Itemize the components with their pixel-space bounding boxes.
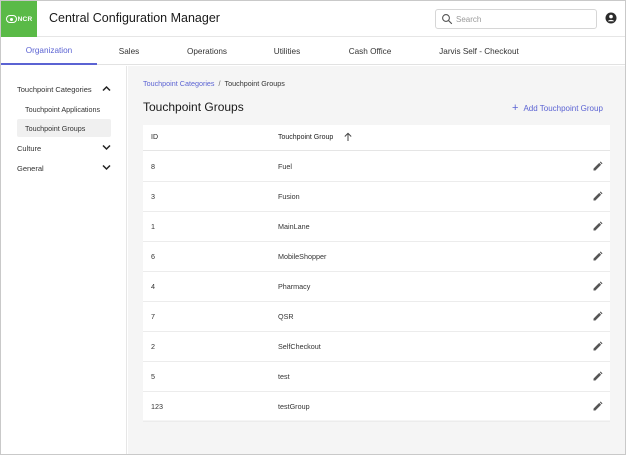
table-row[interactable]: 123 testGroup	[143, 392, 610, 422]
pencil-icon[interactable]	[592, 401, 603, 412]
tab-jarvis-self-checkout[interactable]: Jarvis Self - Checkout	[431, 37, 527, 65]
sidebar-item-touchpoint-groups[interactable]: Touchpoint Groups	[17, 119, 111, 137]
table-row[interactable]: 3 Fusion	[143, 182, 610, 212]
tab-utilities[interactable]: Utilities	[263, 37, 311, 65]
arrow-up-icon[interactable]	[343, 132, 353, 142]
search-box[interactable]	[435, 9, 597, 29]
breadcrumb-link-touchpoint-categories[interactable]: Touchpoint Categories	[143, 79, 215, 88]
chevron-up-icon	[102, 85, 111, 92]
cell-touchpoint-group: MainLane	[278, 222, 310, 231]
cell-id: 1	[151, 222, 155, 231]
breadcrumb: Touchpoint Categories / Touchpoint Groups	[143, 79, 285, 88]
search-icon	[442, 14, 453, 25]
app-window: NCR Central Configuration Manager Organi…	[0, 0, 626, 455]
cell-touchpoint-group: QSR	[278, 312, 294, 321]
cell-id: 8	[151, 162, 155, 171]
search-input[interactable]	[456, 12, 592, 26]
sidebar-group-label: General	[17, 163, 44, 173]
chevron-down-icon	[102, 164, 111, 171]
breadcrumb-separator: /	[218, 79, 221, 88]
cell-id: 4	[151, 282, 155, 291]
cell-touchpoint-group: testGroup	[278, 402, 310, 411]
tab-organization[interactable]: Organization	[1, 37, 97, 65]
pencil-icon[interactable]	[592, 251, 603, 262]
sidebar-group-general[interactable]: General	[17, 159, 113, 177]
ncr-logo-text: NCR	[17, 15, 33, 23]
cell-touchpoint-group: Fusion	[278, 192, 300, 201]
table-row[interactable]: 7 QSR	[143, 302, 610, 332]
chevron-down-icon	[102, 144, 111, 151]
cell-touchpoint-group: Fuel	[278, 162, 292, 171]
sidebar-item-touchpoint-applications[interactable]: Touchpoint Applications	[17, 100, 111, 118]
tab-sales[interactable]: Sales	[105, 37, 153, 65]
ncr-logo[interactable]: NCR	[1, 1, 37, 37]
app-title: Central Configuration Manager	[49, 11, 220, 25]
tab-operations[interactable]: Operations	[179, 37, 235, 65]
table-row[interactable]: 2 SelfCheckout	[143, 332, 610, 362]
column-header-touchpoint-group[interactable]: Touchpoint Group	[278, 134, 333, 141]
page-title: Touchpoint Groups	[143, 100, 244, 114]
pencil-icon[interactable]	[592, 371, 603, 382]
cell-id: 3	[151, 192, 155, 201]
table-header: ID Touchpoint Group	[143, 125, 610, 151]
main-tabs: Organization Sales Operations Utilities …	[1, 37, 625, 65]
table-row[interactable]: 4 Pharmacy	[143, 272, 610, 302]
table-row[interactable]: 1 MainLane	[143, 212, 610, 242]
pencil-icon[interactable]	[592, 161, 603, 172]
ncr-logo-mark: NCR	[5, 15, 33, 23]
cell-touchpoint-group: test	[278, 372, 290, 381]
sidebar: Touchpoint Categories Touchpoint Applica…	[1, 66, 127, 454]
pencil-icon[interactable]	[592, 281, 603, 292]
add-touchpoint-group-button[interactable]: + Add Touchpoint Group	[512, 101, 603, 115]
top-header: NCR Central Configuration Manager	[1, 1, 625, 37]
ncr-logo-symbol-icon	[5, 15, 17, 23]
cell-touchpoint-group: SelfCheckout	[278, 342, 321, 351]
cell-id: 5	[151, 372, 155, 381]
table-row[interactable]: 8 Fuel	[143, 152, 610, 182]
sidebar-group-culture[interactable]: Culture	[17, 139, 113, 157]
breadcrumb-current: Touchpoint Groups	[224, 79, 285, 88]
cell-id: 6	[151, 252, 155, 261]
column-header-id[interactable]: ID	[151, 134, 158, 141]
pencil-icon[interactable]	[592, 341, 603, 352]
tab-cash-office[interactable]: Cash Office	[341, 37, 399, 65]
add-button-label: Add Touchpoint Group	[523, 103, 603, 113]
pencil-icon[interactable]	[592, 311, 603, 322]
sidebar-group-label: Touchpoint Categories	[17, 84, 92, 94]
sidebar-group-touchpoint-categories[interactable]: Touchpoint Categories	[17, 80, 113, 98]
table-row[interactable]: 5 test	[143, 362, 610, 392]
user-account-icon[interactable]	[605, 12, 617, 24]
sidebar-group-label: Culture	[17, 143, 42, 153]
pencil-icon[interactable]	[592, 221, 603, 232]
cell-touchpoint-group: MobileShopper	[278, 252, 327, 261]
plus-icon: +	[512, 102, 519, 114]
touchpoint-groups-table: ID Touchpoint Group 8 Fuel 3 Fusion 1 MainLan…	[143, 125, 610, 422]
main-content: Touchpoint Categories / Touchpoint Groups …	[128, 66, 625, 454]
pencil-icon[interactable]	[592, 191, 603, 202]
cell-id: 2	[151, 342, 155, 351]
table-row[interactable]: 6 MobileShopper	[143, 242, 610, 272]
cell-touchpoint-group: Pharmacy	[278, 282, 311, 291]
cell-id: 123	[151, 402, 163, 411]
cell-id: 7	[151, 312, 155, 321]
